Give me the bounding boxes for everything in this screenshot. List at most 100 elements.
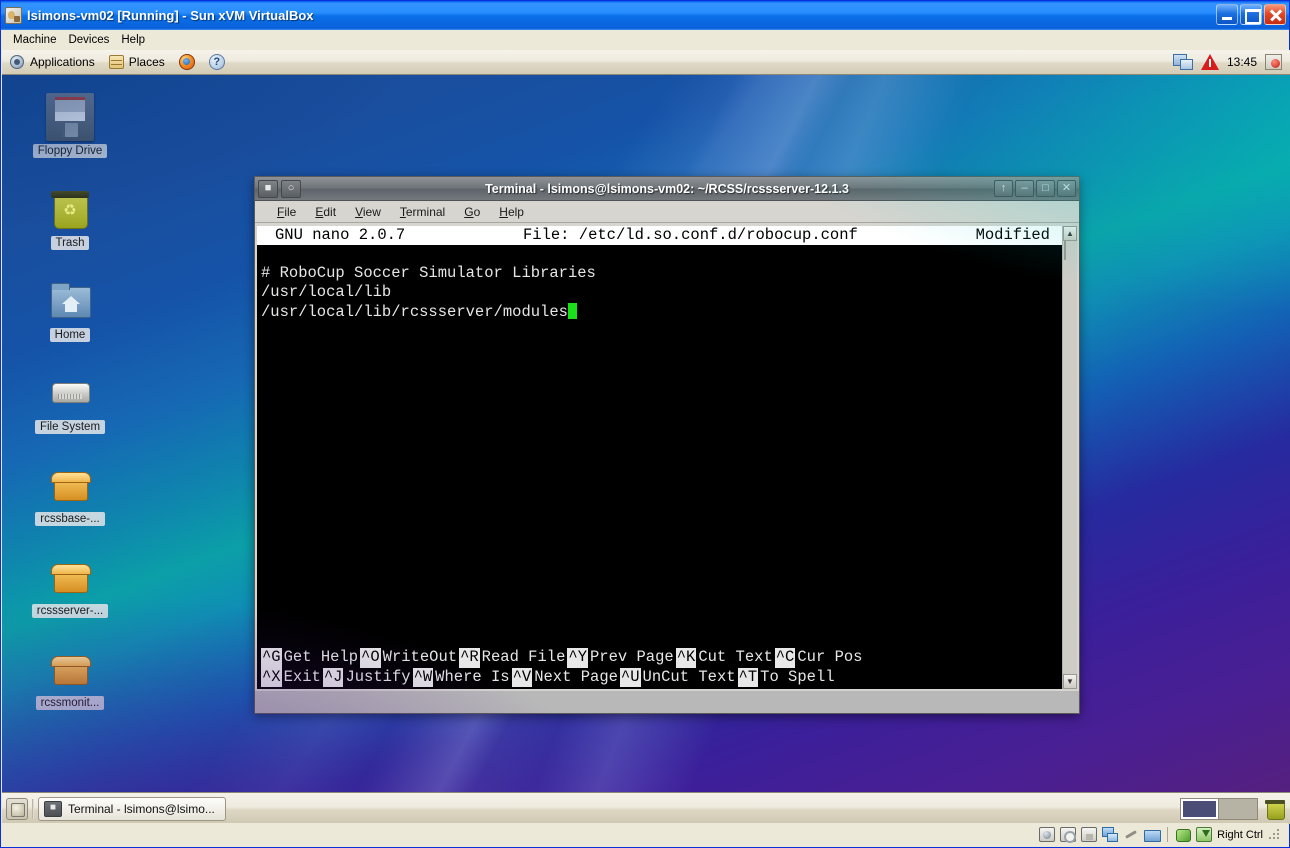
close-button[interactable] — [1264, 4, 1286, 25]
terminal-body: GNU nano 2.0.7 File: /etc/ld.so.conf.d/r… — [255, 223, 1079, 691]
shortcut-key: ^U — [619, 667, 641, 687]
desktop-icon-rcssserver[interactable]: rcssserver-... — [24, 553, 116, 618]
menu-view[interactable]: View — [347, 203, 389, 221]
shortcut-key: ^R — [459, 648, 480, 668]
scrollbar-track[interactable] — [1063, 241, 1077, 674]
nano-shortcut[interactable]: ^C Cur Pos — [774, 648, 865, 668]
nano-shortcut[interactable]: ^U UnCut Text — [619, 667, 738, 687]
scroll-down-icon[interactable]: ▼ — [1063, 674, 1077, 689]
nano-shortcut[interactable]: ^X Exit — [261, 667, 323, 687]
desktop-icon-label: rcssmonit... — [35, 696, 105, 710]
shortcut-key: ^W — [412, 667, 434, 687]
nano-shortcut[interactable]: ^R Read File — [459, 648, 567, 668]
nano-shortcut[interactable]: ^T To Spell — [737, 667, 837, 687]
trash-applet-icon[interactable] — [1264, 798, 1286, 820]
menu-devices[interactable]: Devices — [64, 32, 117, 48]
terminal-window[interactable]: ■ ○ Terminal - lsimons@lsimons-vm02: ~/R… — [254, 176, 1080, 714]
terminal-titlebar[interactable]: ■ ○ Terminal - lsimons@lsimons-vm02: ~/R… — [255, 177, 1079, 201]
shade-button[interactable]: ↑ — [994, 180, 1013, 197]
firefox-launcher[interactable] — [172, 50, 202, 74]
window-menu-icon[interactable]: ○ — [281, 179, 301, 198]
vrdp-icon[interactable] — [1175, 827, 1192, 842]
terminal-screen[interactable]: GNU nano 2.0.7 File: /etc/ld.so.conf.d/r… — [257, 226, 1062, 689]
nano-shortcut[interactable]: ^G Get Help — [261, 648, 360, 668]
nano-shortcut[interactable]: ^J Justify — [322, 667, 413, 687]
taskbar-item-terminal[interactable]: ■ Terminal - lsimons@lsimo... — [38, 796, 226, 821]
desktop-icon-label: rcssserver-... — [31, 604, 109, 618]
minimize-button[interactable]: – — [1015, 180, 1034, 197]
help-launcher[interactable]: ? — [202, 50, 232, 74]
desktop-icon-rcssbase[interactable]: rcssbase-... — [24, 461, 116, 526]
network-monitor-icon[interactable] — [1172, 54, 1193, 70]
nano-shortcut[interactable]: ^K Cut Text — [675, 648, 775, 668]
shortcut-label: To Spell — [760, 667, 835, 686]
host-key-icon — [1196, 827, 1213, 842]
nano-modified-flag: Modified — [975, 226, 1050, 244]
places-menu[interactable]: Places — [102, 50, 172, 74]
shortcut-label: Exit — [283, 667, 321, 686]
minimize-button[interactable] — [1216, 4, 1238, 25]
usb-icon[interactable] — [1123, 827, 1139, 842]
logout-icon[interactable] — [1265, 54, 1282, 70]
virtualbox-title: lsimons-vm02 [Running] - Sun xVM Virtual… — [27, 8, 314, 23]
nano-shortcut[interactable]: ^V Next Page — [511, 667, 620, 687]
applications-icon — [9, 54, 25, 70]
shortcut-key: ^J — [322, 667, 344, 687]
shortcut-key: ^X — [261, 667, 282, 687]
menu-help[interactable]: Help — [117, 32, 153, 48]
host-key-label: Right Ctrl — [1217, 828, 1263, 841]
workspace-2[interactable] — [1219, 798, 1257, 819]
desktop-icon-file-system[interactable]: File System — [24, 369, 116, 434]
show-desktop-icon[interactable] — [6, 797, 28, 820]
cd-dvd-icon[interactable] — [1060, 827, 1077, 843]
shared-folders-icon[interactable] — [1144, 827, 1162, 842]
shortcut-label: Cut Text — [698, 648, 773, 667]
shortcut-key: ^K — [675, 648, 697, 668]
resize-grip[interactable] — [1268, 828, 1280, 841]
applications-label: Applications — [30, 55, 95, 69]
floppy-icon[interactable] — [1081, 827, 1098, 842]
close-button[interactable]: ✕ — [1057, 180, 1076, 197]
workspace-switcher[interactable] — [1180, 797, 1258, 820]
menu-go[interactable]: Go — [456, 203, 488, 221]
scroll-up-icon[interactable]: ▲ — [1063, 226, 1077, 241]
desktop-icon-rcssmonitor[interactable]: rcssmonit... — [24, 645, 116, 710]
terminal-window-buttons: ↑ – □ ✕ — [994, 180, 1079, 197]
desktop-icon-home[interactable]: Home — [24, 277, 116, 342]
network-icon[interactable] — [1102, 827, 1119, 842]
scrollbar-thumb[interactable] — [1064, 241, 1066, 260]
shortcut-label: UnCut Text — [642, 667, 736, 686]
applications-menu[interactable]: Applications — [2, 50, 102, 74]
terminal-icon: ■ — [44, 800, 62, 817]
workspace-1[interactable] — [1181, 798, 1219, 819]
nano-text-area[interactable]: # RoboCup Soccer Simulator Libraries /us… — [257, 245, 1062, 322]
hard-disk-icon[interactable] — [1039, 827, 1056, 842]
menu-file[interactable]: File — [269, 203, 304, 221]
desktop-icon-trash[interactable]: ♻ Trash — [24, 185, 116, 250]
menu-terminal[interactable]: Terminal — [392, 203, 453, 221]
menu-machine[interactable]: Machine — [9, 32, 64, 48]
nano-shortcut[interactable]: ^W Where Is — [412, 667, 512, 687]
clock[interactable]: 13:45 — [1227, 55, 1257, 69]
maximize-button[interactable] — [1240, 4, 1262, 25]
virtualbox-statusbar: Right Ctrl — [2, 823, 1288, 846]
nano-line: /usr/local/lib — [261, 283, 392, 302]
terminal-scrollbar[interactable]: ▲ ▼ — [1062, 226, 1077, 689]
nano-line: /usr/local/lib/rcssserver/modules — [261, 302, 568, 321]
firefox-icon — [178, 54, 195, 70]
nano-shortcut[interactable]: ^Y Prev Page — [567, 648, 675, 668]
menu-edit[interactable]: Edit — [307, 203, 344, 221]
shortcut-key: ^C — [774, 648, 796, 668]
desktop-icon-floppy-drive[interactable]: Floppy Drive — [24, 93, 116, 158]
nano-shortcut[interactable]: ^O WriteOut — [360, 648, 459, 668]
desktop[interactable]: Floppy Drive ♻ Trash Home File System rc… — [2, 75, 1290, 792]
menu-help[interactable]: Help — [491, 203, 532, 221]
terminal-title: Terminal - lsimons@lsimons-vm02: ~/RCSS/… — [485, 181, 849, 196]
places-label: Places — [128, 55, 165, 69]
gnome-bottom-panel: ■ Terminal - lsimons@lsimo... — [2, 792, 1290, 824]
maximize-button[interactable]: □ — [1036, 180, 1055, 197]
virtualbox-titlebar[interactable]: lsimons-vm02 [Running] - Sun xVM Virtual… — [1, 1, 1289, 30]
warning-icon[interactable] — [1200, 54, 1219, 70]
nano-shortcut-row-1: ^G Get Help ^O WriteOut ^R Read File ^Y Prev… — [257, 648, 1062, 668]
nano-shortcut-bar: ^G Get Help ^O WriteOut ^R Read File ^Y Prev… — [257, 648, 1062, 687]
